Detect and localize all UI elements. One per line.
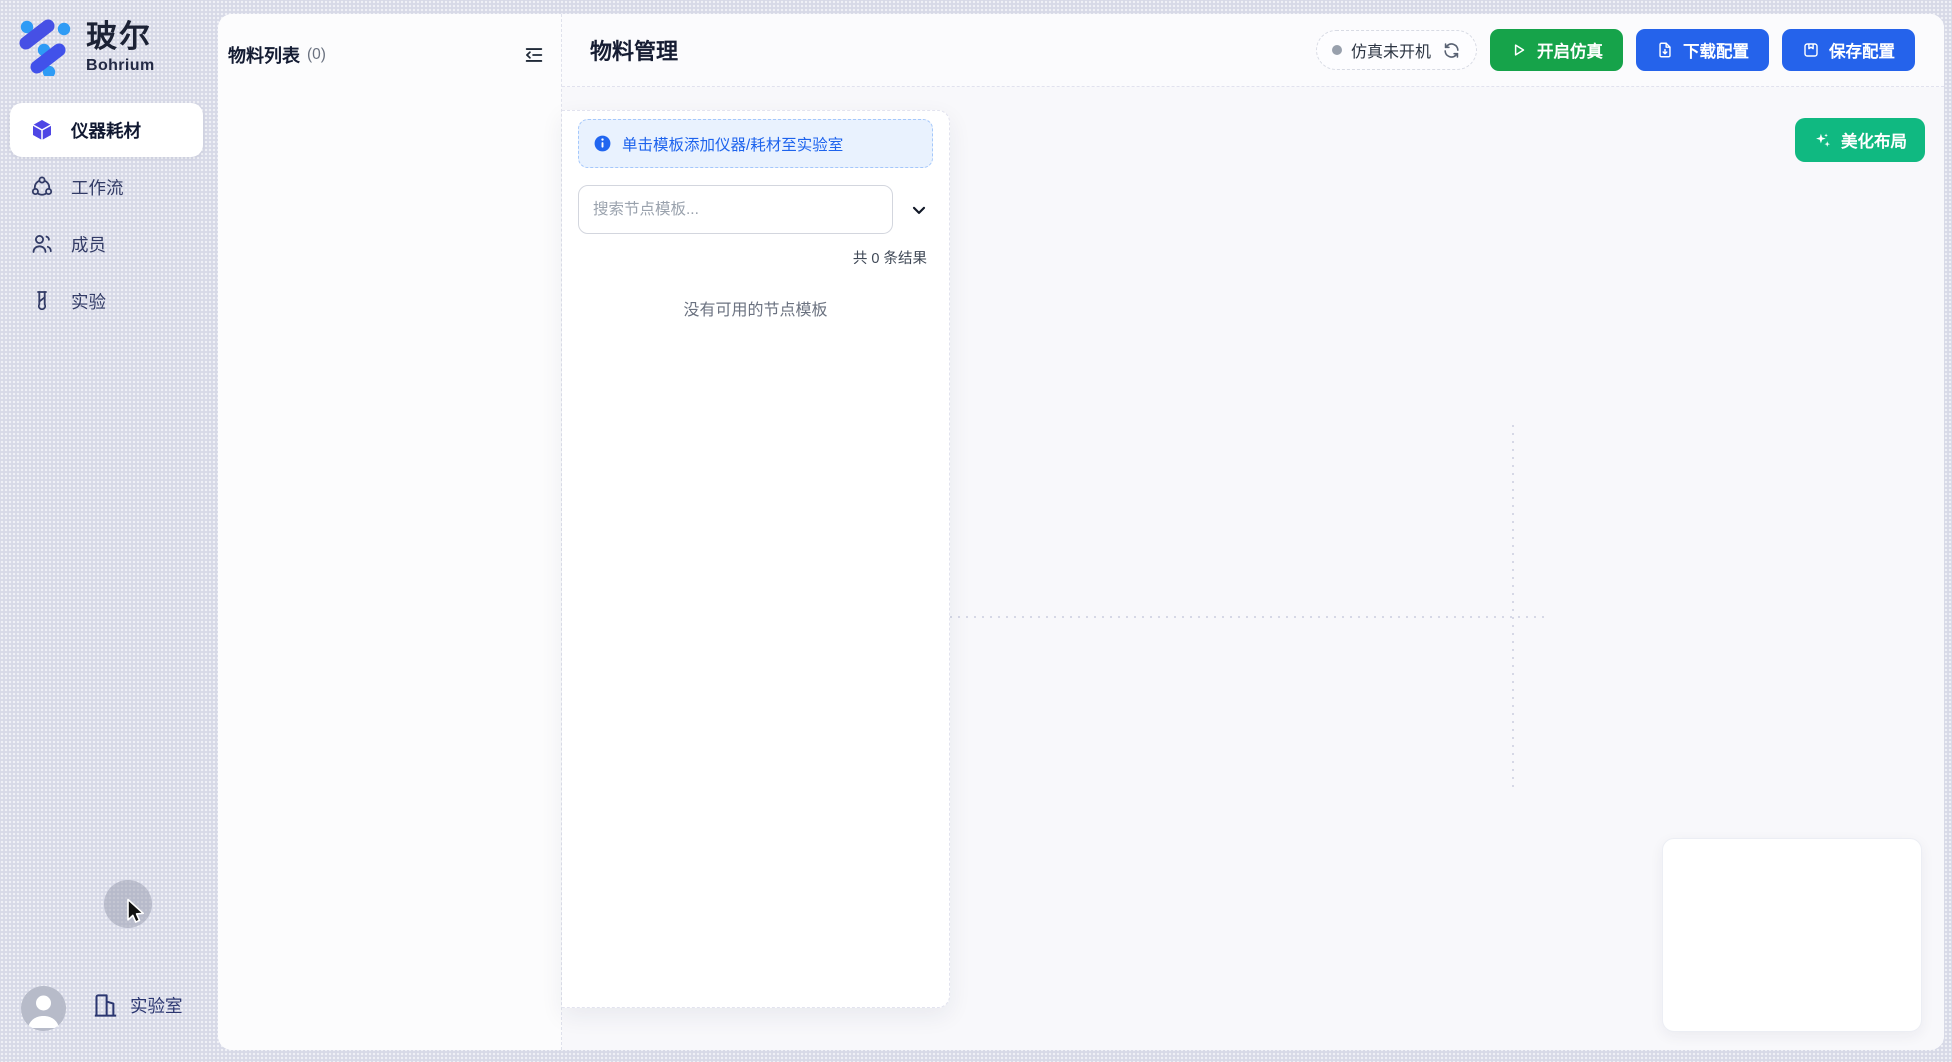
info-icon bbox=[593, 134, 612, 153]
template-hint-text: 单击模板添加仪器/耗材至实验室 bbox=[622, 133, 843, 155]
node-template-panel: 单击模板添加仪器/耗材至实验室 共 0 条结果 没有可用的节点模板 bbox=[562, 110, 950, 1008]
simulation-status-pill: 仿真未开机 bbox=[1316, 30, 1477, 70]
chevron-down-icon bbox=[909, 200, 929, 220]
refresh-icon bbox=[1442, 41, 1461, 60]
lab-entry[interactable]: 实验室 bbox=[92, 992, 183, 1019]
user-avatar[interactable] bbox=[21, 986, 66, 1031]
brand-name-zh: 玻尔 bbox=[86, 20, 155, 54]
canvas-minimap[interactable] bbox=[1662, 838, 1922, 1032]
template-result-count: 共 0 条结果 bbox=[578, 247, 933, 268]
main-header: 物料管理 仿真未开机 bbox=[562, 14, 1944, 87]
template-hint-banner: 单击模板添加仪器/耗材至实验室 bbox=[578, 119, 933, 168]
sidebar-item-label: 实验 bbox=[71, 289, 106, 314]
save-bookmark-icon bbox=[1802, 41, 1820, 59]
canvas-guide-vertical bbox=[1512, 425, 1514, 790]
members-icon bbox=[30, 232, 54, 256]
brand-name-en: Bohrium bbox=[86, 57, 155, 75]
content-card: 物料列表 (0) 物料管理 仿真未开机 bbox=[218, 14, 1944, 1050]
panel-collapse-icon bbox=[523, 44, 545, 66]
sidebar-item-members[interactable]: 成员 bbox=[10, 217, 203, 271]
canvas-guide-horizontal bbox=[950, 616, 1548, 618]
building-icon bbox=[92, 992, 119, 1019]
page-title: 物料管理 bbox=[590, 34, 678, 66]
start-simulation-label: 开启仿真 bbox=[1537, 38, 1603, 62]
save-config-label: 保存配置 bbox=[1829, 38, 1895, 62]
main-area: 物料管理 仿真未开机 bbox=[562, 14, 1944, 1050]
header-controls: 仿真未开机 开启仿真 bbox=[1316, 29, 1915, 71]
sidebar-item-experiments[interactable]: 实验 bbox=[10, 274, 203, 328]
material-list-panel: 物料列表 (0) bbox=[218, 14, 562, 1050]
material-list-title: 物料列表 bbox=[228, 42, 300, 68]
template-empty-text: 没有可用的节点模板 bbox=[578, 296, 933, 320]
cube-icon bbox=[30, 118, 54, 142]
sidebar-item-instruments[interactable]: 仪器耗材 bbox=[10, 103, 203, 157]
sidebar: 玻尔 Bohrium 仪器耗材 工作流 bbox=[0, 0, 213, 1062]
save-config-button[interactable]: 保存配置 bbox=[1782, 29, 1915, 71]
material-list-header: 物料列表 (0) bbox=[228, 42, 547, 68]
brand-logo: 玻尔 Bohrium bbox=[16, 16, 155, 76]
download-config-label: 下载配置 bbox=[1683, 38, 1749, 62]
sidebar-item-label: 工作流 bbox=[71, 175, 124, 200]
play-icon bbox=[1510, 41, 1528, 59]
template-search-input[interactable] bbox=[578, 185, 893, 234]
beautify-layout-label: 美化布局 bbox=[1841, 128, 1907, 152]
panel-collapse-button[interactable] bbox=[521, 42, 547, 68]
sidebar-item-label: 仪器耗材 bbox=[71, 118, 141, 143]
refresh-status-button[interactable] bbox=[1442, 41, 1461, 60]
workflow-icon bbox=[30, 175, 54, 199]
sidebar-item-label: 成员 bbox=[71, 232, 106, 257]
template-list-toggle-button[interactable] bbox=[905, 196, 933, 224]
template-search-row bbox=[578, 185, 933, 234]
experiment-icon bbox=[30, 289, 54, 313]
status-dot-icon bbox=[1332, 45, 1342, 55]
simulation-status-text: 仿真未开机 bbox=[1351, 38, 1431, 62]
start-simulation-button[interactable]: 开启仿真 bbox=[1490, 29, 1623, 71]
download-config-button[interactable]: 下载配置 bbox=[1636, 29, 1769, 71]
sidebar-footer: 实验室 bbox=[0, 990, 213, 1062]
sparkles-icon bbox=[1813, 131, 1832, 150]
app-root: { "app": { "brand_zh": "玻尔", "brand_en":… bbox=[0, 0, 1952, 1062]
user-icon bbox=[21, 986, 66, 1031]
beautify-layout-button[interactable]: 美化布局 bbox=[1795, 118, 1925, 162]
material-list-count: (0) bbox=[307, 46, 326, 64]
file-download-icon bbox=[1656, 41, 1674, 59]
sidebar-item-workflow[interactable]: 工作流 bbox=[10, 160, 203, 214]
bohrium-logo-icon bbox=[16, 16, 76, 76]
sidebar-nav: 仪器耗材 工作流 成员 bbox=[10, 103, 203, 331]
layout-canvas[interactable]: 美化布局 单击模板添加仪器/耗材至实验室 bbox=[562, 87, 1944, 1050]
lab-entry-label: 实验室 bbox=[130, 993, 183, 1018]
